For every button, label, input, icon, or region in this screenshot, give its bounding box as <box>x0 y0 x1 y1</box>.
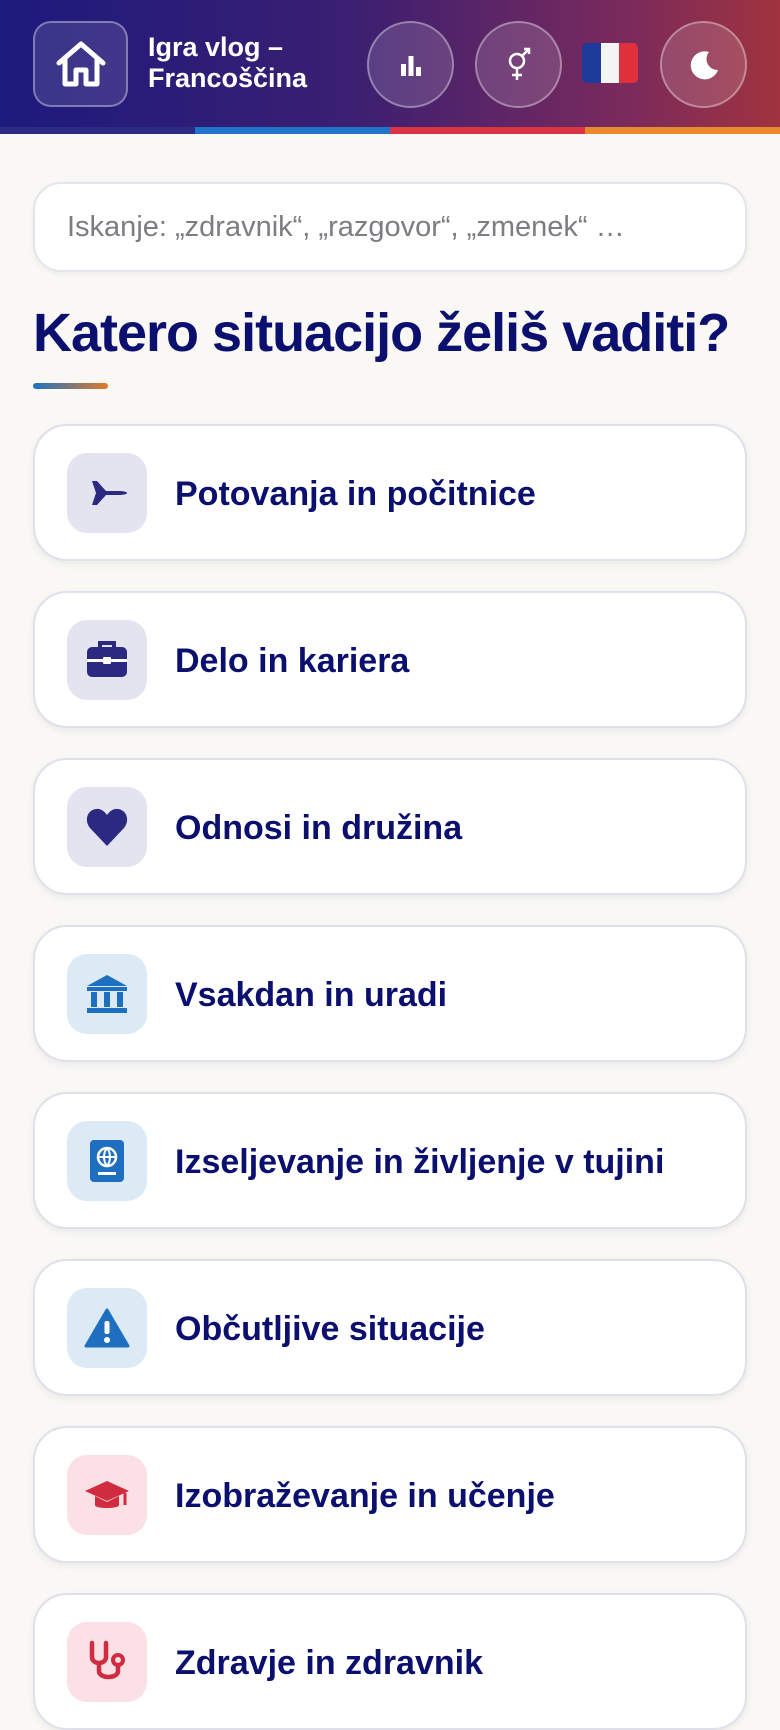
graduation-cap-icon <box>67 1454 147 1535</box>
category-label: Odnosi in družina <box>175 808 463 847</box>
home-icon <box>56 41 105 87</box>
language-flag-icon[interactable] <box>582 43 638 83</box>
category-card[interactable]: Občutljive situacije <box>33 1259 747 1396</box>
search-box[interactable] <box>33 182 747 272</box>
category-label: Izseljevanje in življenje v tujini <box>175 1142 665 1181</box>
stats-button[interactable] <box>367 21 454 108</box>
category-label: Občutljive situacije <box>175 1309 485 1348</box>
building-icon <box>67 953 147 1034</box>
app-title-line1: Igra vlog – <box>148 32 284 62</box>
app-title: Igra vlog – Francoščina <box>148 32 358 94</box>
category-card[interactable]: Potovanja in počitnice <box>33 424 747 561</box>
category-label: Vsakdan in uradi <box>175 975 448 1014</box>
category-card[interactable]: Delo in kariera <box>33 591 747 728</box>
dark-mode-button[interactable] <box>660 21 747 108</box>
warning-icon <box>67 1287 147 1368</box>
header-color-stripe <box>0 127 780 134</box>
category-card[interactable]: Odnosi in družina <box>33 758 747 895</box>
gender-icon <box>508 47 530 80</box>
heart-icon <box>67 786 147 867</box>
category-card[interactable]: Zdravje in zdravnik <box>33 1593 747 1730</box>
airplane-icon <box>67 452 147 533</box>
category-label: Potovanja in počitnice <box>175 474 536 513</box>
app-header: Igra vlog – Francoščina <box>0 0 780 134</box>
search-input[interactable] <box>67 210 713 244</box>
page-title: Katero situacijo želiš vaditi? <box>33 303 730 363</box>
category-card[interactable]: Izseljevanje in življenje v tujini <box>33 1092 747 1229</box>
passport-icon <box>67 1120 147 1201</box>
stethoscope-icon <box>67 1621 147 1702</box>
home-button[interactable] <box>33 21 128 107</box>
title-underline <box>33 383 108 389</box>
moon-icon <box>690 50 718 79</box>
briefcase-icon <box>67 619 147 700</box>
bar-chart-icon <box>400 55 421 76</box>
app-title-line2: Francoščina <box>148 63 308 93</box>
category-label: Izobraževanje in učenje <box>175 1476 555 1515</box>
category-card[interactable]: Vsakdan in uradi <box>33 925 747 1062</box>
category-label: Delo in kariera <box>175 641 410 680</box>
category-card[interactable]: Izobraževanje in učenje <box>33 1426 747 1563</box>
gender-button[interactable] <box>475 21 562 108</box>
category-label: Zdravje in zdravnik <box>175 1643 483 1682</box>
